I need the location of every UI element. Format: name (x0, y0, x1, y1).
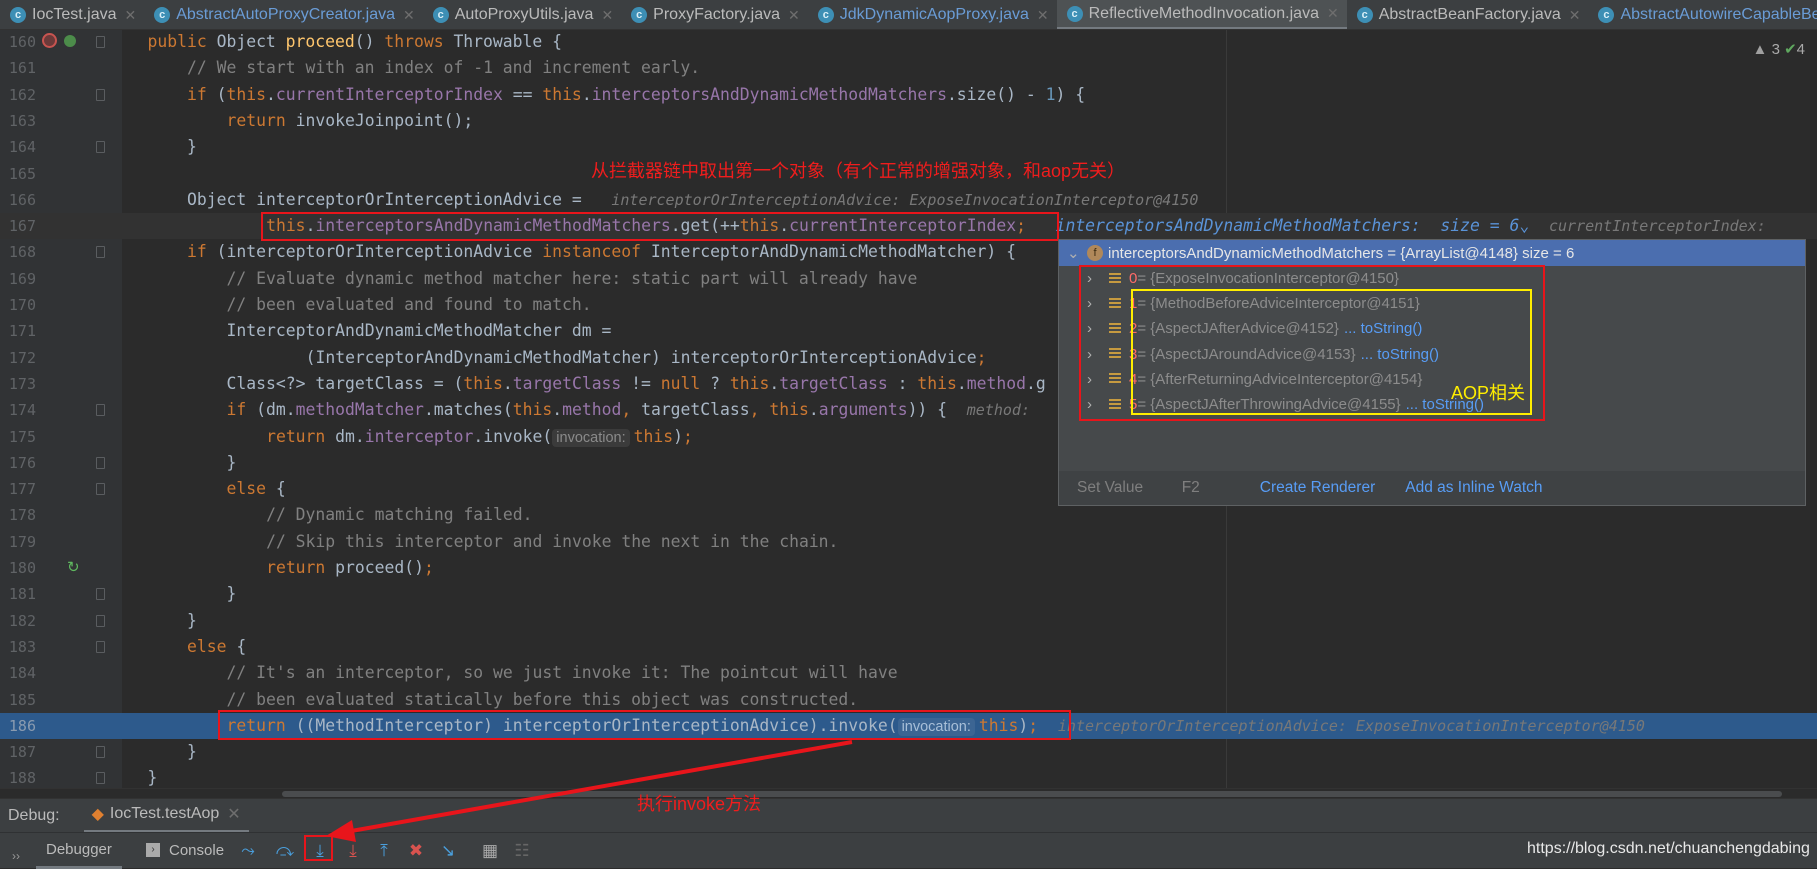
annotation-arrow (326, 740, 853, 842)
